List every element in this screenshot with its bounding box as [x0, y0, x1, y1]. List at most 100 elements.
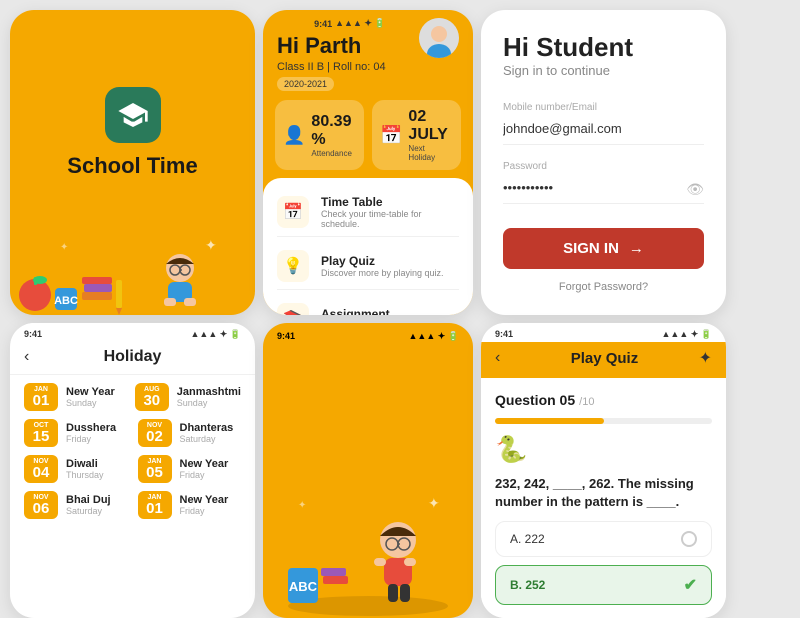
question-text: 232, 242, ____, 262. The missing number … [495, 475, 712, 511]
menu-item-play-quiz[interactable]: 💡 Play Quiz Discover more by playing qui… [277, 243, 459, 290]
quiz-header: ‹ Play Quiz ✦ [481, 342, 726, 378]
holiday-date-box: JAN 01 [138, 491, 172, 519]
email-input[interactable] [503, 117, 704, 145]
holiday-day: 01 [142, 501, 168, 516]
holiday-row: JAN 01 New Year Sunday AUG 30 Janmashtmi… [24, 383, 241, 411]
parth-class: Class II B | Roll no: 04 [277, 61, 386, 73]
attendance-value: 80.39 % [311, 113, 356, 149]
holiday-name: New Year [66, 386, 115, 398]
gallery-illustration: ABC ✦ ✦ [263, 458, 473, 618]
quiz-option-a[interactable]: A. 222 [495, 521, 712, 557]
signin-sub: Sign in to continue [503, 63, 704, 78]
question-num: Question 05 [495, 392, 575, 408]
holiday-row: OCT 15 Dusshera Friday NOV 02 Dhanteras … [24, 419, 241, 447]
holiday-icon: 📅 [380, 125, 402, 146]
holiday-weekday: Friday [180, 506, 229, 516]
holiday-entry: NOV 02 Dhanteras Saturday [138, 419, 242, 447]
svg-text:ABC: ABC [54, 295, 78, 307]
holiday-entry: JAN 01 New Year Sunday [24, 383, 125, 411]
holiday-date-box: OCT 15 [24, 419, 58, 447]
holiday-list: JAN 01 New Year Sunday AUG 30 Janmashtmi… [10, 375, 255, 618]
quiz-options: A. 222 B. 252 ✔ [495, 521, 712, 605]
holiday-day: 01 [28, 393, 54, 408]
menu-item-time-table[interactable]: 📅 Time Table Check your time-table for s… [277, 188, 459, 237]
menu-item-title: Assignment [321, 307, 416, 315]
svg-text:✦: ✦ [60, 242, 68, 253]
holiday-name: Diwali [66, 458, 104, 470]
holiday-weekday: Saturday [66, 506, 111, 516]
menu-icon: 💡 [277, 250, 309, 282]
question-number-row: Question 05 /10 [495, 392, 712, 408]
holiday-stat: 📅 02 JULY Next Holiday [372, 100, 461, 170]
menu-item-assignment[interactable]: 📚 Assignment Your daily assignments. [277, 296, 459, 315]
holiday-entry: OCT 15 Dusshera Friday [24, 419, 128, 447]
parth-greeting: Hi Parth [277, 33, 386, 59]
holiday-label: Next Holiday [408, 144, 453, 162]
holiday-day: 02 [142, 429, 168, 444]
quiz-back-icon[interactable]: ‹ [495, 349, 500, 367]
holiday-weekday: Friday [180, 470, 229, 480]
password-input[interactable] [503, 176, 686, 203]
quiz-snake-row: 🐍 [495, 434, 712, 465]
menu-icon: 📚 [277, 303, 309, 315]
holiday-weekday: Sunday [177, 398, 241, 408]
school-illustration: ABC ✦ ✦ [10, 215, 255, 315]
menu-item-title: Play Quiz [321, 254, 444, 268]
password-label: Password [503, 161, 704, 172]
menu-item-sub: Check your time-table for schedule. [321, 209, 459, 229]
school-scene-svg: ABC ✦ ✦ [10, 220, 230, 315]
holiday-name: Dusshera [66, 422, 116, 434]
status-bar: 9:41 ▲▲▲ ✦ 🔋 [277, 18, 386, 29]
menu-item-sub: Discover more by playing quiz. [321, 268, 444, 278]
quiz-status-bar: 9:41 ▲▲▲ ✦ 🔋 [481, 323, 726, 342]
holiday-day: 30 [139, 393, 165, 408]
holiday-value: 02 JULY [408, 108, 453, 144]
gallery-scene-svg: ABC ✦ ✦ [268, 458, 468, 618]
menu-item-title: Time Table [321, 195, 459, 209]
check-icon: ✔ [684, 575, 697, 595]
progress-bar-bg [495, 418, 712, 424]
card-quiz: 9:41 ▲▲▲ ✦ 🔋 ‹ Play Quiz ✦ Question 05 /… [481, 323, 726, 618]
parth-info: 9:41 ▲▲▲ ✦ 🔋 Hi Parth Class II B | Roll … [277, 18, 386, 92]
svg-text:✦: ✦ [298, 500, 306, 511]
holiday-day: 15 [28, 429, 54, 444]
attendance-label: Attendance [311, 149, 356, 158]
back-arrow-icon[interactable]: ‹ [24, 348, 29, 366]
card-gallery: 9:41 ▲▲▲ ✦ 🔋 ABC [263, 323, 473, 618]
card-signin: Hi Student Sign in to continue Mobile nu… [481, 10, 726, 315]
holiday-header: ‹ Holiday [10, 342, 255, 375]
forgot-password-link[interactable]: Forgot Password? [503, 281, 704, 293]
holiday-day: 05 [142, 465, 168, 480]
signin-button[interactable]: SIGN IN → [503, 228, 704, 269]
holiday-entry: AUG 30 Janmashtmi Sunday [135, 383, 241, 411]
holiday-weekday: Saturday [180, 434, 234, 444]
holiday-title: Holiday [104, 348, 162, 366]
holiday-date-box: NOV 02 [138, 419, 172, 447]
holiday-name: New Year [180, 494, 229, 506]
snake-emoji: 🐍 [495, 434, 527, 465]
parth-stats: 👤 80.39 % Attendance 📅 02 JULY Next Holi… [263, 92, 473, 178]
svg-text:ABC: ABC [289, 579, 318, 594]
svg-text:✦: ✦ [428, 495, 440, 511]
quiz-body: Question 05 /10 🐍 232, 242, ____, 262. T… [481, 378, 726, 618]
holiday-weekday: Friday [66, 434, 116, 444]
star-icon: ✦ [699, 348, 712, 368]
holiday-status-bar: 9:41 ▲▲▲ ✦ 🔋 [10, 323, 255, 342]
parth-top: 9:41 ▲▲▲ ✦ 🔋 Hi Parth Class II B | Roll … [263, 10, 473, 92]
holiday-date-box: JAN 05 [138, 455, 172, 483]
holiday-date-box: NOV 06 [24, 491, 58, 519]
progress-bar-fill [495, 418, 604, 424]
password-row: 👁 [503, 176, 704, 204]
quiz-option-b[interactable]: B. 252 ✔ [495, 565, 712, 605]
parth-year-badge: 2020-2021 [277, 77, 334, 91]
holiday-weekday: Sunday [66, 398, 115, 408]
holiday-date-box: JAN 01 [24, 383, 58, 411]
eye-icon[interactable]: 👁 [686, 181, 704, 198]
attendance-icon: 👤 [283, 125, 305, 146]
holiday-name: New Year [180, 458, 229, 470]
holiday-entry: NOV 06 Bhai Duj Saturday [24, 491, 128, 519]
card-holiday: 9:41 ▲▲▲ ✦ 🔋 ‹ Holiday JAN 01 New Year S… [10, 323, 255, 618]
school-title: School Time [67, 153, 197, 179]
holiday-date-box: AUG 30 [135, 383, 169, 411]
holiday-entry: JAN 01 New Year Friday [138, 491, 242, 519]
